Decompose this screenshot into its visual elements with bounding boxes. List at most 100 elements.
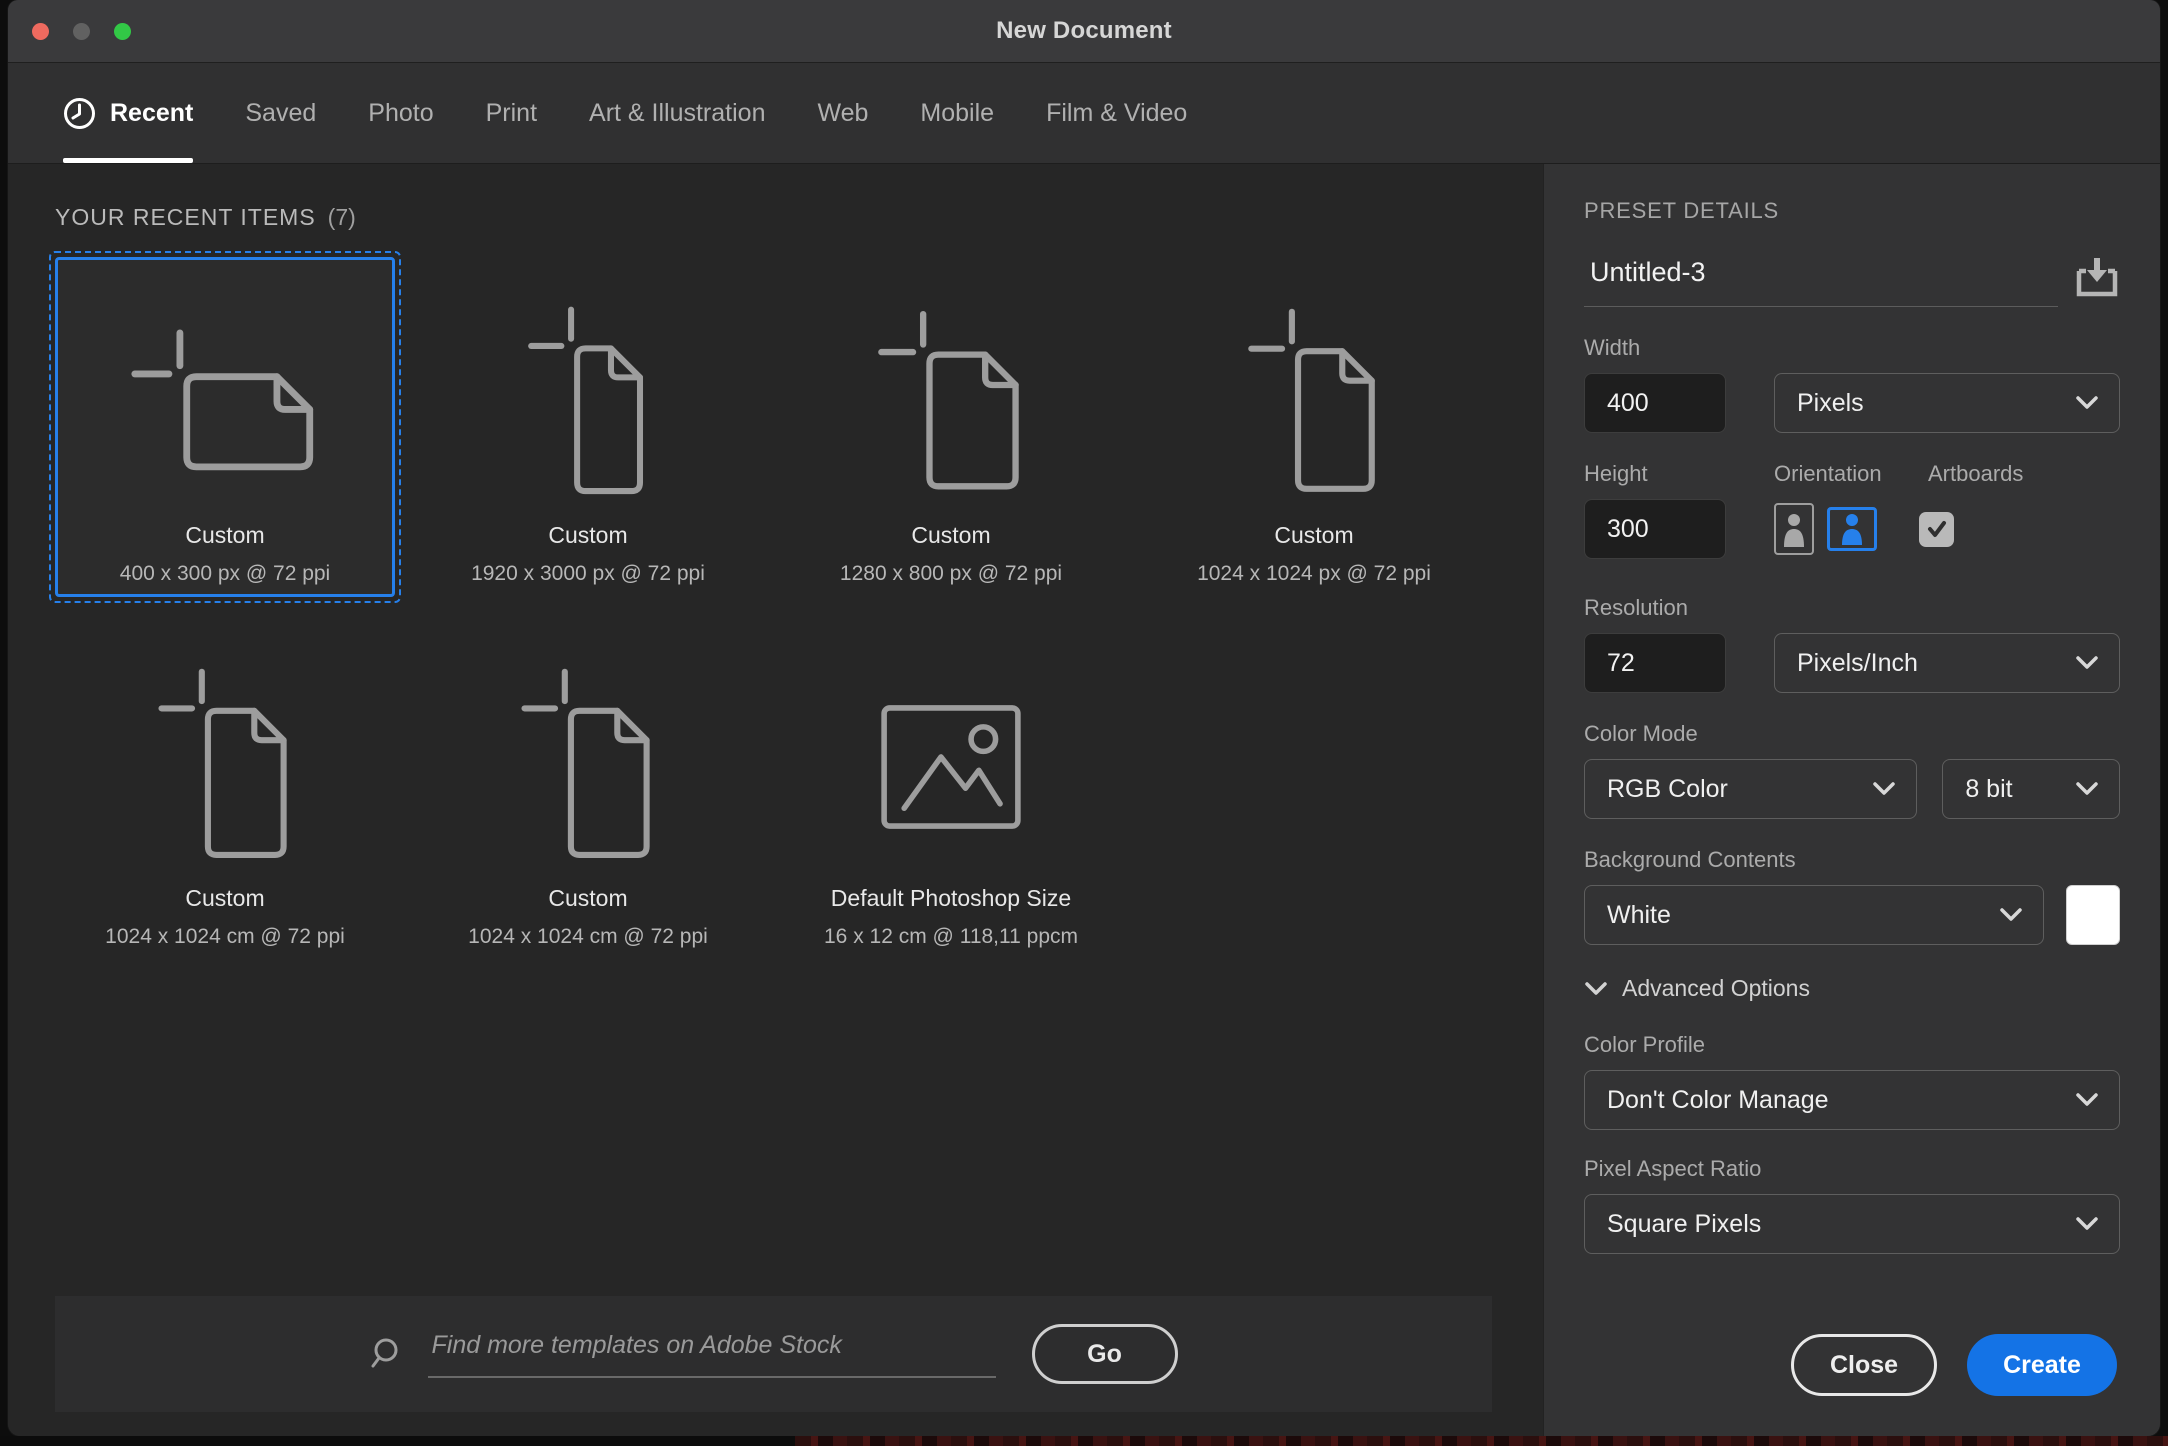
clock-icon bbox=[63, 97, 96, 130]
recent-item-card[interactable]: Custom 1024 x 1024 px @ 72 ppi bbox=[1144, 257, 1484, 597]
tab-recent[interactable]: Recent bbox=[63, 63, 193, 163]
width-input[interactable] bbox=[1584, 373, 1726, 433]
recent-item-size: 1024 x 1024 px @ 72 ppi bbox=[1197, 562, 1431, 586]
category-tabbar: Recent Saved Photo Print Art & Illustration W… bbox=[8, 63, 2160, 164]
recent-items-grid: Custom 400 x 300 px @ 72 ppi Custom 1920 x… bbox=[55, 257, 1543, 960]
close-button[interactable]: Close bbox=[1791, 1334, 1937, 1396]
tab-film-video[interactable]: Film & Video bbox=[1046, 63, 1187, 163]
tab-saved[interactable]: Saved bbox=[245, 63, 316, 163]
background-contents-value: White bbox=[1607, 901, 1999, 930]
recent-item-size: 1024 x 1024 cm @ 72 ppi bbox=[468, 925, 708, 949]
background-color-swatch[interactable] bbox=[2066, 885, 2120, 945]
recent-items-heading: YOUR RECENT ITEMS(7) bbox=[55, 204, 1543, 231]
orientation-landscape-button[interactable] bbox=[1827, 507, 1877, 551]
recent-item-size: 400 x 300 px @ 72 ppi bbox=[120, 562, 330, 586]
tab-print[interactable]: Print bbox=[486, 63, 537, 163]
color-mode-dropdown[interactable]: RGB Color bbox=[1584, 759, 1917, 819]
recent-item-name: Custom bbox=[911, 522, 990, 549]
width-unit-dropdown[interactable]: Pixels bbox=[1774, 373, 2120, 433]
recent-item-name: Custom bbox=[185, 522, 264, 549]
background-contents-dropdown[interactable]: White bbox=[1584, 885, 2044, 945]
tab-label: Web bbox=[817, 99, 868, 128]
tab-label: Print bbox=[486, 99, 537, 128]
landscape-person-icon bbox=[1838, 512, 1866, 546]
tab-label: Art & Illustration bbox=[589, 99, 765, 128]
doc-portrait-tall-icon bbox=[509, 671, 667, 863]
pixel-aspect-ratio-value: Square Pixels bbox=[1607, 1210, 2075, 1239]
height-input[interactable] bbox=[1584, 499, 1726, 559]
checkmark-icon bbox=[1925, 517, 1949, 541]
tab-art-illustration[interactable]: Art & Illustration bbox=[589, 63, 765, 163]
recent-item-size: 1920 x 3000 px @ 72 ppi bbox=[471, 562, 705, 586]
portrait-person-icon bbox=[1780, 509, 1808, 549]
preset-details-header: PRESET DETAILS bbox=[1584, 198, 2120, 224]
doc-portrait-tall-icon bbox=[146, 671, 304, 863]
recent-item-name: Custom bbox=[548, 522, 627, 549]
width-unit-value: Pixels bbox=[1797, 389, 2075, 418]
recent-item-card[interactable]: Custom 1280 x 800 px @ 72 ppi bbox=[781, 257, 1121, 597]
recent-items-count: (7) bbox=[328, 204, 356, 230]
tab-web[interactable]: Web bbox=[817, 63, 868, 163]
doc-portrait-narrow-icon bbox=[513, 308, 663, 500]
width-label: Width bbox=[1584, 335, 2120, 361]
new-document-dialog: New Document Recent Saved Photo Print Art & … bbox=[8, 0, 2160, 1436]
chevron-down-icon bbox=[2075, 655, 2099, 671]
pixel-aspect-ratio-label: Pixel Aspect Ratio bbox=[1584, 1156, 2120, 1182]
recent-item-card[interactable]: Custom1024 x 1024 cm @ 72 ppi bbox=[55, 620, 395, 960]
recent-item-size: 16 x 12 cm @ 118,11 ppcm bbox=[824, 925, 1078, 949]
color-mode-value: RGB Color bbox=[1607, 775, 1872, 804]
recent-item-size: 1280 x 800 px @ 72 ppi bbox=[840, 562, 1062, 586]
close-window-button[interactable] bbox=[32, 23, 49, 40]
resolution-label: Resolution bbox=[1584, 595, 2120, 621]
pixel-aspect-ratio-dropdown[interactable]: Square Pixels bbox=[1584, 1194, 2120, 1254]
go-button[interactable]: Go bbox=[1032, 1324, 1178, 1384]
save-preset-icon bbox=[2074, 256, 2120, 300]
background-app-strip bbox=[0, 1436, 2168, 1446]
titlebar: New Document bbox=[8, 0, 2160, 63]
chevron-down-icon bbox=[2075, 395, 2099, 411]
resolution-input[interactable] bbox=[1584, 633, 1726, 693]
tab-label: Film & Video bbox=[1046, 99, 1187, 128]
chevron-down-icon bbox=[1584, 981, 1608, 997]
tab-mobile[interactable]: Mobile bbox=[920, 63, 994, 163]
document-name-field[interactable]: Untitled-3 bbox=[1584, 257, 2058, 307]
artboards-checkbox[interactable] bbox=[1919, 512, 1954, 547]
chevron-down-icon bbox=[2075, 1216, 2099, 1232]
window-title: New Document bbox=[996, 17, 1172, 45]
bit-depth-value: 8 bit bbox=[1965, 775, 2075, 804]
recent-items-area: YOUR RECENT ITEMS(7) Custom 400 x 300 px … bbox=[8, 164, 1543, 1436]
artboards-label: Artboards bbox=[1928, 461, 2023, 487]
tab-label: Recent bbox=[110, 99, 193, 128]
resolution-unit-value: Pixels/Inch bbox=[1797, 649, 2075, 678]
recent-item-name: Default Photoshop Size bbox=[831, 885, 1071, 912]
save-preset-button[interactable] bbox=[2074, 256, 2120, 303]
advanced-options-toggle[interactable]: Advanced Options bbox=[1584, 975, 2120, 1002]
recent-item-card[interactable]: Custom 1920 x 3000 px @ 72 ppi bbox=[418, 257, 758, 597]
orientation-label: Orientation bbox=[1774, 461, 1928, 487]
chevron-down-icon bbox=[1999, 907, 2023, 923]
bit-depth-dropdown[interactable]: 8 bit bbox=[1942, 759, 2120, 819]
recent-item-card[interactable]: Custom 400 x 300 px @ 72 ppi bbox=[55, 257, 395, 597]
preset-details-panel: PRESET DETAILS Untitled-3 Width Pixe bbox=[1543, 164, 2160, 1436]
chevron-down-icon bbox=[2075, 1092, 2099, 1108]
traffic-lights bbox=[32, 0, 131, 62]
search-icon bbox=[370, 1336, 406, 1372]
resolution-unit-dropdown[interactable]: Pixels/Inch bbox=[1774, 633, 2120, 693]
recent-item-card[interactable]: Default Photoshop Size 16 x 12 cm @ 118,1… bbox=[781, 620, 1121, 960]
minimize-window-button[interactable] bbox=[73, 23, 90, 40]
stock-search-input[interactable] bbox=[428, 1331, 996, 1378]
recent-item-card[interactable]: Custom1024 x 1024 cm @ 72 ppi bbox=[418, 620, 758, 960]
background-canvas-sliver bbox=[795, 1436, 2168, 1446]
height-label: Height bbox=[1584, 461, 1774, 487]
color-profile-dropdown[interactable]: Don't Color Manage bbox=[1584, 1070, 2120, 1130]
tab-label: Saved bbox=[245, 99, 316, 128]
doc-portrait-icon bbox=[1235, 308, 1393, 500]
zoom-window-button[interactable] bbox=[114, 23, 131, 40]
create-button[interactable]: Create bbox=[1967, 1334, 2117, 1396]
recent-item-name: Custom bbox=[1274, 522, 1353, 549]
advanced-options-label: Advanced Options bbox=[1622, 975, 1810, 1002]
chevron-down-icon bbox=[1872, 781, 1896, 797]
adobe-stock-search-bar: Go bbox=[55, 1296, 1492, 1412]
tab-photo[interactable]: Photo bbox=[368, 63, 433, 163]
orientation-portrait-button[interactable] bbox=[1774, 503, 1814, 555]
